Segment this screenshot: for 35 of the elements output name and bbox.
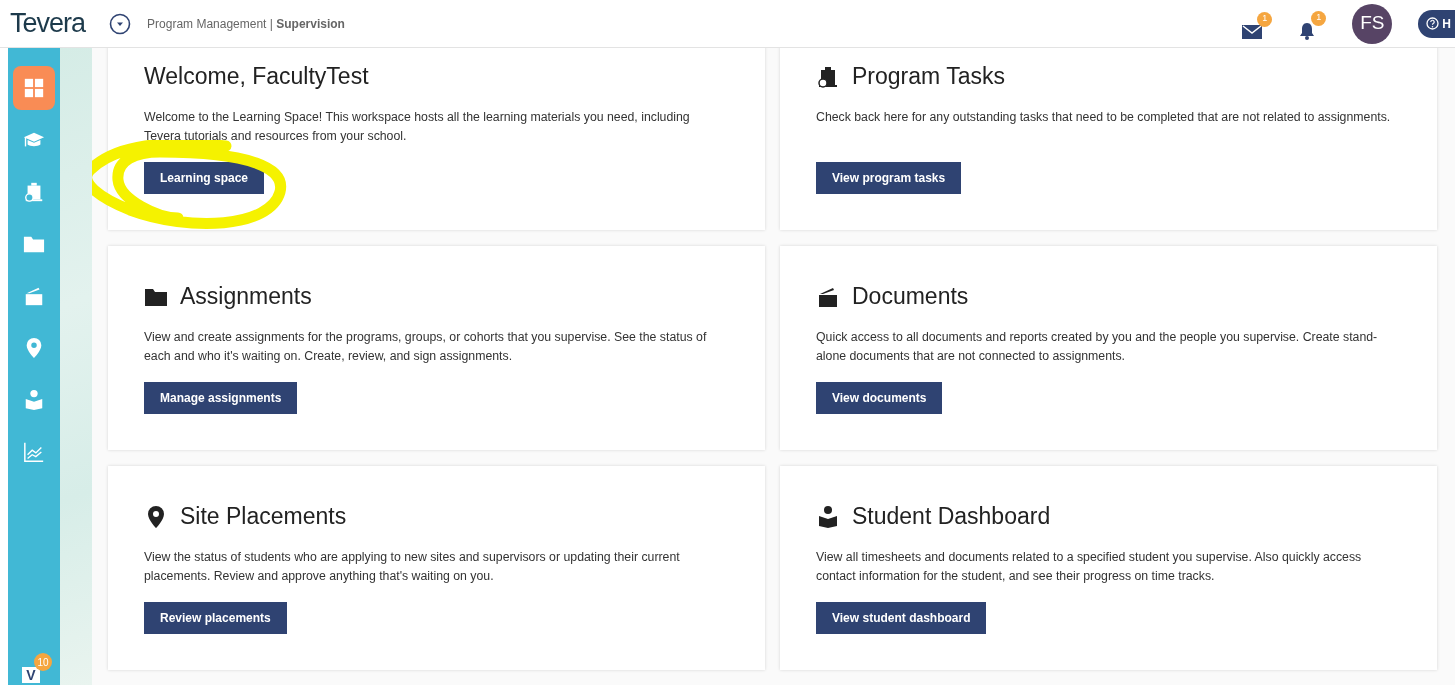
card-description: View the status of students who are applying to new sites and supervisors or updating their current placements. Review and approve anything that's waiting on you. <box>144 548 681 585</box>
bell-icon <box>1298 22 1317 41</box>
dropdown-icon[interactable] <box>109 12 132 35</box>
action-button[interactable]: View documents <box>816 381 943 414</box>
card-description: Welcome to the Learning Space! This workspace hosts all the learning materials you need, including Tevera tutorials and resources from your school. <box>144 108 691 145</box>
card-title: Program Tasks <box>852 62 1005 91</box>
user-avatar[interactable]: FS <box>1352 3 1393 44</box>
action-button[interactable]: Review placements <box>144 601 287 634</box>
reading-person-icon <box>816 504 840 529</box>
count-badge: 10 <box>34 653 52 671</box>
mail-icon <box>1242 24 1263 41</box>
card-description: View all timesheets and documents related to a specified student you supervise. Also quickly access contact information for the student, and see their progress on time tracks. <box>816 548 1363 585</box>
reading-person-icon <box>23 389 45 411</box>
card-title: Student Dashboard <box>852 501 1051 531</box>
card-description: Check back here for any outstanding tasks that need to be completed that are not related to assignments. <box>816 108 1392 126</box>
help-button[interactable]: H <box>1418 9 1455 38</box>
card-title: Welcome, FacultyTest <box>144 62 369 91</box>
card-title: Assignments <box>180 281 312 311</box>
card-title: Documents <box>852 281 969 311</box>
action-button[interactable]: Learning space <box>144 161 265 194</box>
logo[interactable]: Tevera <box>10 10 86 37</box>
breadcrumb: Program Management | Supervision <box>147 15 345 33</box>
card-title: Site Placements <box>180 501 347 531</box>
card-description: View and create assignments for the programs, groups, or cohorts that you supervise. See the status of each and who it's waiting on. Create, review, and sign assignments. <box>144 328 708 365</box>
line-chart-icon <box>23 441 45 463</box>
sidebar-item[interactable] <box>13 66 55 110</box>
help-icon <box>1426 17 1440 30</box>
action-button[interactable]: View student dashboard <box>816 601 987 634</box>
action-button[interactable]: Manage assignments <box>144 381 298 414</box>
app-switcher[interactable]: V <box>22 667 40 683</box>
grid-icon <box>23 77 45 99</box>
action-button[interactable]: View program tasks <box>816 161 962 194</box>
count-badge: 1 <box>1311 10 1327 26</box>
count-badge: 1 <box>1257 11 1273 27</box>
card-description: Quick access to all documents and reports created by you and the people you supervise. Create stand-alone documents that are not connected to assignments. <box>816 328 1379 365</box>
